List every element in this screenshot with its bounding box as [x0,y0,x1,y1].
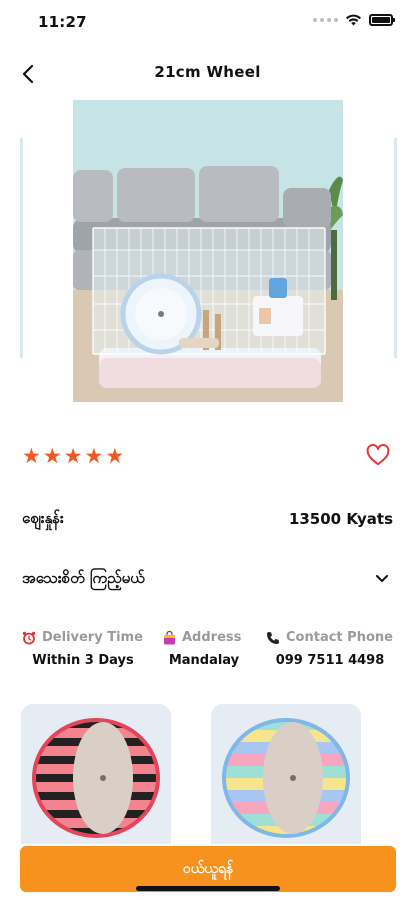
details-label: အသေးစိတ် ကြည့်မယ် [22,569,145,587]
shopping-bag-icon [164,630,175,644]
address-info: Address Mandalay [163,630,245,668]
home-indicator [136,886,280,891]
next-image-peek[interactable] [394,138,397,358]
phone-icon [267,631,279,644]
star-rating: ★ ★ ★ ★ ★ [22,444,391,468]
favorite-button[interactable] [365,442,391,468]
star-icon: ★ [22,444,41,468]
phone-value[interactable]: 099 7511 4498 [266,653,394,668]
price-value: 13500 Kyats [288,510,393,528]
address-label: Address [182,630,242,645]
delivery-value: Within 3 Days [32,653,134,668]
address-value: Mandalay [168,653,240,668]
wifi-icon [346,14,361,26]
star-icon: ★ [63,444,83,468]
related-product-card[interactable] [21,704,171,844]
heart-icon [366,444,390,466]
price-row: ဈေးနှုန်း 13500 Kyats [22,506,393,532]
details-toggle[interactable]: အသေးစိတ် ကြည့်မယ် [22,566,393,596]
price-label: ဈေးနှုန်း [22,509,64,527]
delivery-label: Delivery Time [42,630,143,645]
battery-icon [369,14,395,26]
product-image [73,100,343,402]
nav-bar: 21cm Wheel [0,52,415,94]
alarm-clock-icon [22,631,36,644]
related-product-card[interactable] [211,704,361,844]
cellular-signal-icon [313,18,338,22]
status-time: 11:27 [38,13,87,31]
related-product-image [211,704,361,844]
chevron-down-icon [376,575,388,582]
star-icon: ★ [84,444,104,468]
delivery-info: Delivery Time Within 3 Days [22,630,144,668]
phone-label: Contact Phone [286,630,393,645]
rating-row: ★ ★ ★ ★ ★ [22,444,391,470]
page-title: 21cm Wheel [154,63,261,81]
related-products [0,704,415,844]
product-image-carousel[interactable] [0,100,415,402]
phone-info: Contact Phone 099 7511 4498 [266,630,394,668]
star-icon: ★ [42,444,62,468]
status-bar: 11:27 [0,0,415,44]
star-icon: ★ [105,444,125,468]
related-product-image [21,704,171,844]
status-icons [313,14,395,26]
info-row: Delivery Time Within 3 Days Address Mand… [0,630,415,676]
previous-image-peek[interactable] [20,138,23,358]
